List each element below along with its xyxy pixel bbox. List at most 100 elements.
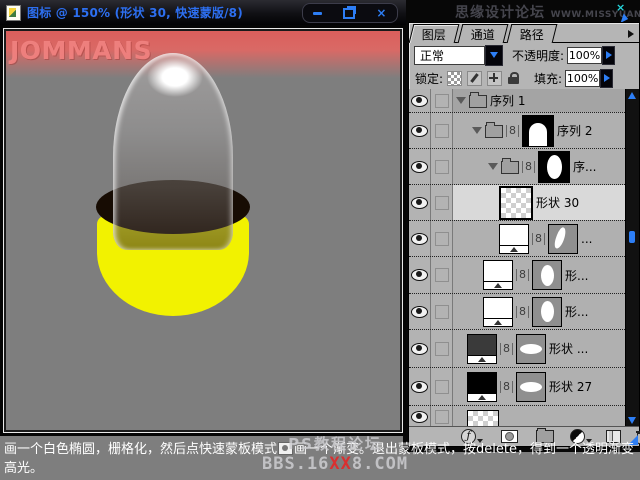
document-titlebar[interactable]: 图标 @ 150% (形状 30, 快速蒙版/8) × xyxy=(0,0,406,25)
eye-icon xyxy=(411,269,428,281)
link-chain-icon: 8 xyxy=(516,269,529,281)
expand-triangle-icon[interactable] xyxy=(488,163,498,170)
fill-thumbnail[interactable] xyxy=(483,260,513,290)
vector-mask-thumbnail[interactable] xyxy=(516,372,546,402)
visibility-toggle[interactable] xyxy=(409,185,431,220)
fill-thumbnail[interactable] xyxy=(467,334,497,364)
fill-thumbnail[interactable] xyxy=(467,372,497,402)
layer-row-partial[interactable] xyxy=(409,406,627,427)
link-cell[interactable] xyxy=(431,406,453,427)
link-cell[interactable] xyxy=(431,221,453,256)
visibility-toggle[interactable] xyxy=(409,330,431,367)
scroll-down-icon[interactable] xyxy=(628,417,636,424)
lock-all-icon[interactable] xyxy=(507,72,520,85)
link-cell[interactable] xyxy=(431,330,453,367)
lock-pixels-icon[interactable] xyxy=(467,71,482,86)
restore-icon[interactable] xyxy=(343,8,355,19)
layer-label[interactable]: 形状 30 xyxy=(536,194,579,211)
visibility-toggle[interactable] xyxy=(409,221,431,256)
link-cell[interactable] xyxy=(431,257,453,293)
tab-paths[interactable]: 路径 xyxy=(507,24,558,43)
eye-icon xyxy=(411,381,428,393)
vector-mask-thumbnail[interactable] xyxy=(516,334,546,364)
link-cell[interactable] xyxy=(431,368,453,405)
canvas-watermark: JOMMANS xyxy=(10,36,152,65)
link-cell[interactable] xyxy=(431,89,453,112)
link-chain-icon: 8 xyxy=(500,343,513,355)
layer-row-shape-a[interactable]: 8 形... xyxy=(409,257,627,294)
fill-slider-button[interactable] xyxy=(600,69,613,88)
panel-tabs: 图层 通道 路径 xyxy=(411,24,558,43)
capsule-top-highlight xyxy=(147,57,203,97)
group-mask-thumbnail[interactable] xyxy=(522,115,554,147)
watermark-forum-name: PS教程论坛 xyxy=(262,433,408,454)
layer-row-shape-c[interactable]: 8 形状 ... xyxy=(409,330,627,368)
link-cell[interactable] xyxy=(431,149,453,184)
layer-row-shape-swoosh[interactable]: 8 ... xyxy=(409,221,627,257)
chevron-down-icon xyxy=(490,52,498,58)
expand-triangle-icon[interactable] xyxy=(472,127,482,134)
fill-thumbnail[interactable] xyxy=(499,224,529,254)
visibility-toggle[interactable] xyxy=(409,257,431,293)
top-watermark: 思缘设计论坛 WWW.MISSYUAN.COM xyxy=(455,2,640,22)
scroll-up-icon[interactable] xyxy=(628,92,636,99)
layer-thumbnail[interactable] xyxy=(467,410,499,427)
fill-thumbnail[interactable] xyxy=(483,297,513,327)
layer-row-group2[interactable]: 8 序列 2 xyxy=(409,113,627,149)
visibility-toggle[interactable] xyxy=(409,294,431,329)
blend-mode-select[interactable]: 正常 xyxy=(414,46,485,65)
fill-input[interactable]: 100% xyxy=(565,70,600,87)
layer-row-group1[interactable]: 序列 1 xyxy=(409,89,627,113)
visibility-toggle[interactable] xyxy=(409,149,431,184)
folder-icon xyxy=(501,161,519,174)
layer-label[interactable]: 形状 ... xyxy=(549,340,588,357)
eye-icon xyxy=(411,197,428,209)
layer-row-shape-b[interactable]: 8 形... xyxy=(409,294,627,330)
group-mask-thumbnail[interactable] xyxy=(538,151,570,183)
layer-row-shape30[interactable]: 形状 30 xyxy=(409,185,627,221)
layer-label[interactable]: ... xyxy=(581,232,592,246)
layer-label[interactable]: 形... xyxy=(565,303,588,320)
blend-mode-dropdown-button[interactable] xyxy=(485,45,503,66)
link-chain-icon: 8 xyxy=(516,306,529,318)
eye-icon xyxy=(411,95,428,107)
layer-row-shape27[interactable]: 8 形状 27 xyxy=(409,368,627,406)
document-frame: JOMMANS xyxy=(0,25,406,436)
link-cell[interactable] xyxy=(431,294,453,329)
visibility-toggle[interactable] xyxy=(409,113,431,148)
minimize-icon[interactable] xyxy=(313,12,322,15)
layer-label[interactable]: 序列 1 xyxy=(490,92,525,109)
layer-label[interactable]: 形状 27 xyxy=(549,378,592,395)
layer-thumbnail[interactable] xyxy=(499,186,533,220)
tab-layers[interactable]: 图层 xyxy=(409,24,460,43)
vector-mask-thumbnail[interactable] xyxy=(532,297,562,327)
link-chain-icon: 8 xyxy=(506,125,519,137)
document-icon xyxy=(6,5,21,21)
layer-row-group3[interactable]: 8 序... xyxy=(409,149,627,185)
blend-mode-row: 正常 不透明度: 100% xyxy=(409,43,639,67)
lock-transparency-icon[interactable] xyxy=(447,71,462,86)
visibility-toggle[interactable] xyxy=(409,368,431,405)
vector-mask-thumbnail[interactable] xyxy=(548,224,578,254)
opacity-slider-button[interactable] xyxy=(602,46,615,65)
visibility-toggle[interactable] xyxy=(409,89,431,112)
expand-triangle-icon[interactable] xyxy=(456,97,466,104)
bottom-watermark: PS教程论坛 BBS.16XX8.COM xyxy=(262,433,408,474)
layer-label[interactable]: 形... xyxy=(565,267,588,284)
panel-menu-icon[interactable] xyxy=(628,30,634,38)
visibility-toggle[interactable] xyxy=(409,406,431,427)
eye-icon xyxy=(411,411,428,423)
close-icon[interactable]: × xyxy=(376,7,386,19)
tab-channels[interactable]: 通道 xyxy=(458,24,509,43)
layer-label[interactable]: 序列 2 xyxy=(557,122,592,139)
layers-scrollbar[interactable] xyxy=(625,89,639,427)
eye-icon xyxy=(411,233,428,245)
lock-position-icon[interactable] xyxy=(487,71,502,86)
opacity-input[interactable]: 100% xyxy=(567,47,602,64)
canvas[interactable]: JOMMANS xyxy=(6,31,400,430)
scrollbar-thumb[interactable] xyxy=(629,231,635,243)
layer-label[interactable]: 序... xyxy=(573,158,596,175)
vector-mask-thumbnail[interactable] xyxy=(532,260,562,290)
link-cell[interactable] xyxy=(431,185,453,220)
link-cell[interactable] xyxy=(431,113,453,148)
